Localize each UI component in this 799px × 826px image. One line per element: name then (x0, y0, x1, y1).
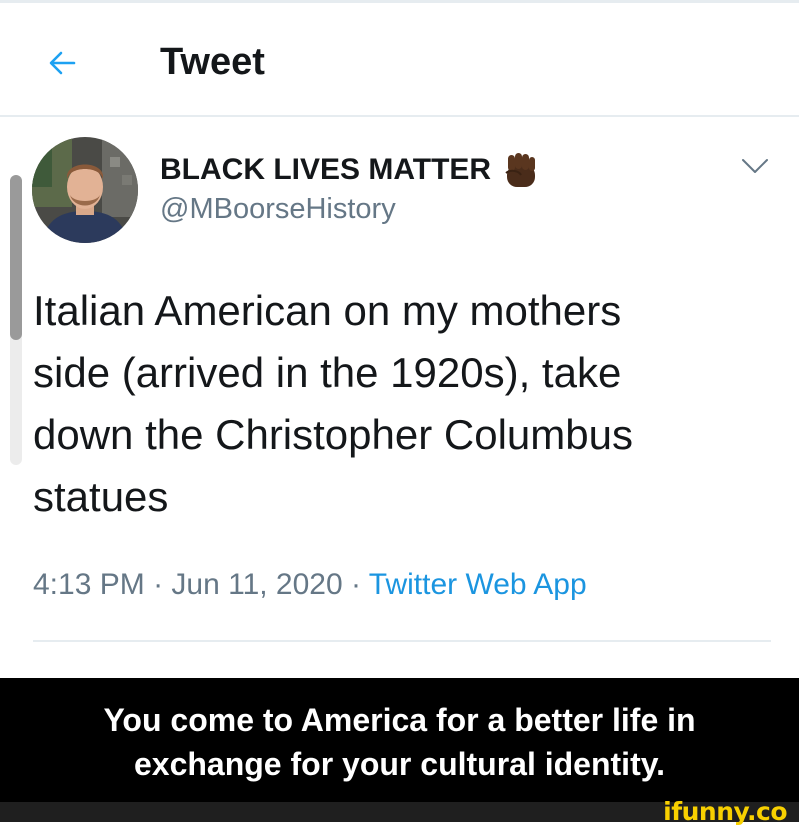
avatar[interactable] (32, 137, 138, 243)
scrollbar[interactable] (10, 175, 22, 465)
chevron-down-icon[interactable] (740, 156, 770, 176)
tweet-text-line: Italian American on my mothers (33, 287, 622, 334)
divider (33, 640, 771, 642)
scrollbar-thumb[interactable] (10, 175, 22, 340)
raised-fist-icon (505, 153, 536, 187)
user-handle[interactable]: @MBoorseHistory (160, 193, 396, 226)
tweet-header: Tweet (0, 3, 799, 117)
tweet-text: Italian American on my mothers side (arr… (33, 280, 773, 528)
meta-separator: · (144, 568, 172, 601)
meme-caption: You come to America for a better life in… (0, 698, 799, 786)
tweet-text-line: statues (33, 473, 169, 520)
caption-line: You come to America for a better life in (103, 702, 696, 738)
user-name[interactable]: BLACK LIVES MATTER (160, 153, 491, 187)
tweet-text-line: side (arrived in the 1920s), take (33, 349, 622, 396)
tweet-date[interactable]: Jun 11, 2020 (171, 568, 342, 601)
page-title: Tweet (160, 41, 265, 83)
meta-separator: · (342, 568, 369, 601)
tweet-time[interactable]: 4:13 PM (33, 568, 145, 601)
caption-line: exchange for your cultural identity. (133, 746, 666, 782)
tweet-source-link[interactable]: Twitter Web App (369, 568, 587, 601)
tweet-text-line: down the Christopher Columbus (33, 411, 633, 458)
arrow-left-icon[interactable] (46, 47, 78, 79)
user-name-row: BLACK LIVES MATTER (160, 150, 539, 190)
tweet-meta: 4:13 PM · Jun 11, 2020 · Twitter Web App (33, 568, 587, 602)
